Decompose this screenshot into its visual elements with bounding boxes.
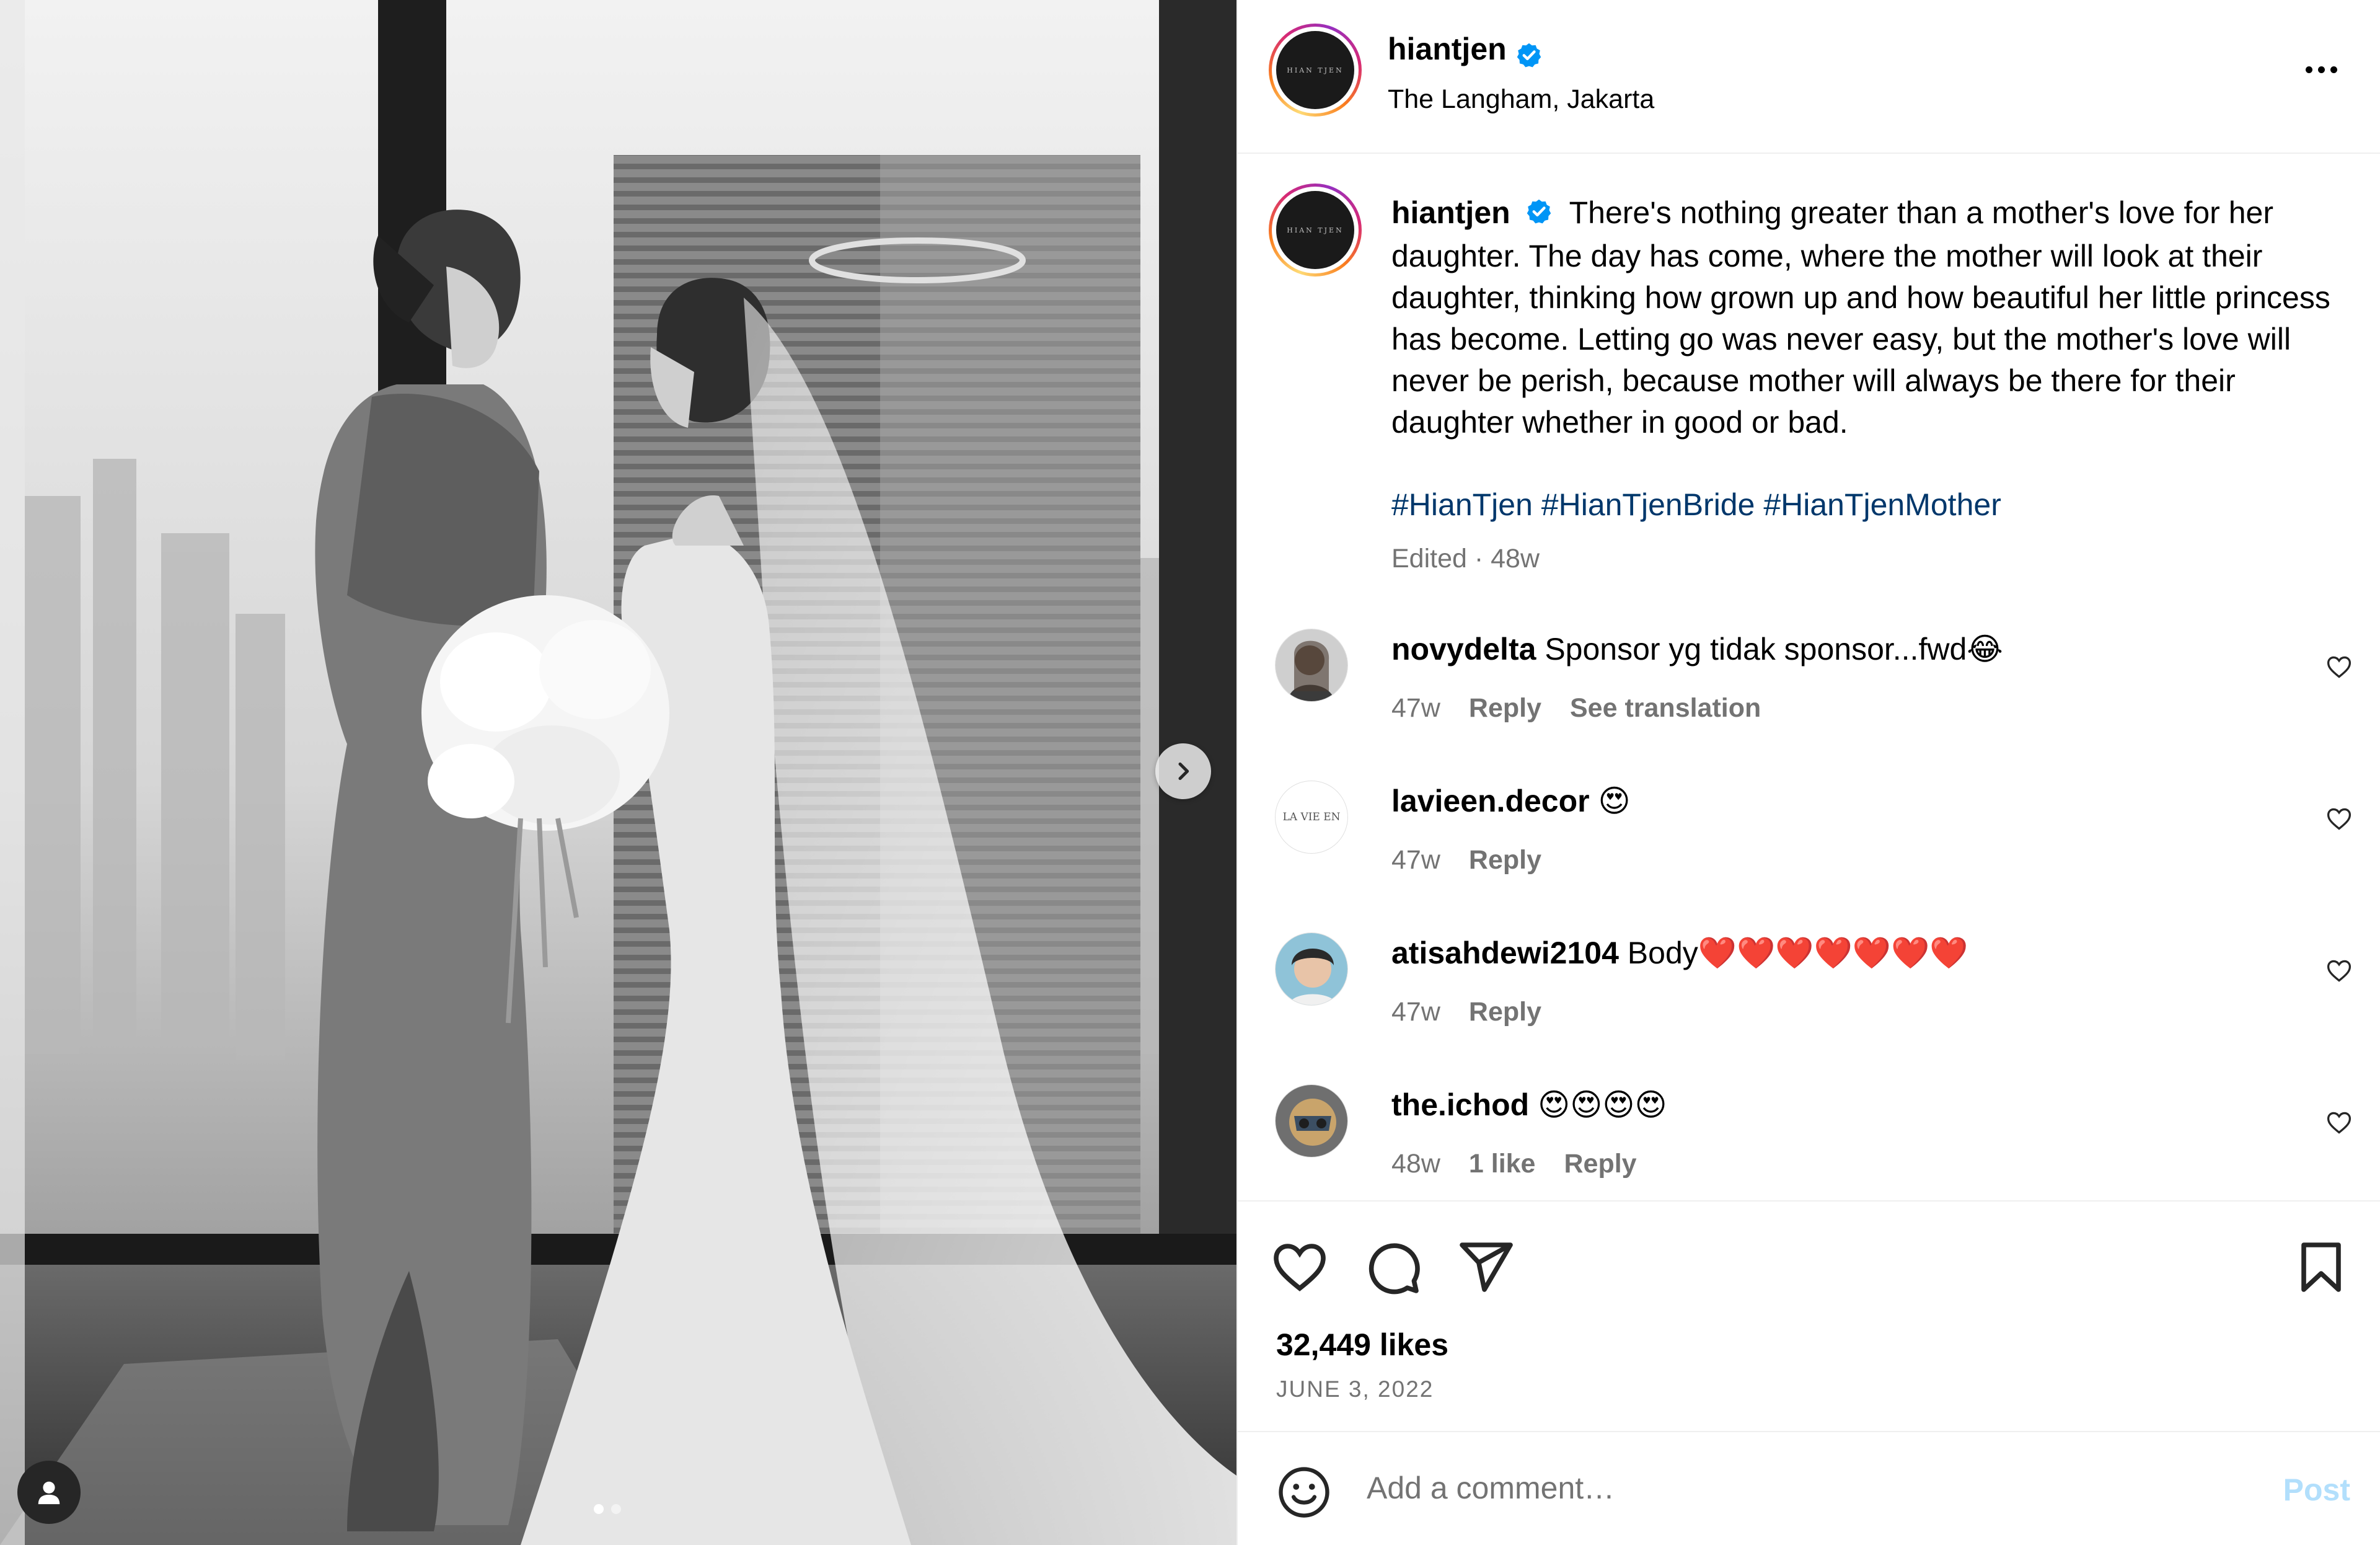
comment-likes-count[interactable]: 1 like — [1469, 1149, 1536, 1179]
wedding-photo — [0, 0, 1236, 1545]
heart-outline-icon — [2327, 1112, 2351, 1134]
reply-button[interactable]: Reply — [1469, 693, 1541, 724]
post-header: HIAN TJEN hiantjen The Langham, Jakarta — [1238, 0, 2380, 154]
comment-time: 47w — [1391, 845, 1440, 875]
commenter-avatar[interactable] — [1275, 1084, 1348, 1158]
comment-time: 47w — [1391, 997, 1440, 1027]
like-comment-button[interactable] — [2325, 957, 2353, 988]
heart-outline-icon — [2327, 960, 2351, 982]
like-comment-button[interactable] — [2325, 805, 2353, 836]
comment-item: LA VIE EN lavieen.decor 😍 47w Reply — [1238, 781, 2380, 905]
like-comment-button[interactable] — [2325, 653, 2353, 684]
chevron-right-icon — [1178, 762, 1189, 781]
carousel-dot — [611, 1504, 621, 1514]
post-actions: 32,449 likes JUNE 3, 2022 — [1238, 1200, 2380, 1436]
verified-badge-icon — [1525, 194, 1553, 236]
post-location[interactable]: The Langham, Jakarta — [1388, 84, 1654, 115]
bookmark-icon — [2301, 1242, 2341, 1292]
add-comment-bar: Post — [1238, 1431, 2380, 1545]
post-date: JUNE 3, 2022 — [1276, 1376, 1434, 1402]
comment-text: Body❤️❤️❤️❤️❤️❤️❤️ — [1627, 936, 1968, 970]
verified-badge-icon — [1515, 42, 1543, 72]
more-horizontal-icon — [2305, 66, 2312, 73]
carousel-indicator — [594, 1504, 621, 1514]
save-button[interactable] — [2291, 1237, 2351, 1300]
tagged-users-button[interactable] — [17, 1461, 81, 1524]
caption-author-avatar[interactable]: HIAN TJEN — [1269, 184, 1362, 277]
comment-icon — [1368, 1243, 1420, 1295]
comment-item: the.ichod 😍😍😍😍 48w 1 like Reply — [1238, 1084, 2380, 1208]
reply-button[interactable]: Reply — [1469, 845, 1541, 875]
caption-hashtags[interactable]: #HianTjen #HianTjenBride #HianTjenMother — [1391, 484, 2340, 526]
comment-time: 48w — [1391, 1149, 1440, 1179]
smiley-icon — [1279, 1467, 1329, 1518]
avatar-logo-text: HIAN TJEN — [1287, 66, 1344, 74]
user-icon — [38, 1481, 60, 1505]
like-button[interactable] — [1270, 1237, 1329, 1300]
post-comment-button[interactable]: Post — [2283, 1472, 2350, 1508]
more-options-button[interactable] — [2299, 57, 2343, 82]
likes-count[interactable]: 32,449 likes — [1276, 1327, 1448, 1363]
commenter-username[interactable]: the.ichod — [1391, 1087, 1529, 1122]
avatar-logo-text: HIAN TJEN — [1287, 226, 1344, 234]
author-username[interactable]: hiantjen — [1388, 32, 1507, 66]
caption-username[interactable]: hiantjen — [1391, 195, 1510, 230]
post-details-panel: HIAN TJEN hiantjen The Langham, Jakarta … — [1236, 0, 2380, 1545]
reply-button[interactable]: Reply — [1469, 997, 1541, 1027]
comment-item: novydelta Sponsor yg tidak sponsor...fwd… — [1238, 629, 2380, 753]
commenter-avatar[interactable]: LA VIE EN — [1275, 781, 1348, 854]
avatar-logo-text: LA VIE EN — [1282, 811, 1341, 823]
heart-outline-icon — [1274, 1244, 1326, 1291]
author-avatar[interactable]: HIAN TJEN — [1269, 24, 1362, 117]
commenter-avatar[interactable] — [1275, 932, 1348, 1006]
caption-meta: Edited · 48w — [1391, 544, 1540, 574]
carousel-dot-active — [594, 1504, 604, 1514]
comment-input[interactable] — [1367, 1463, 2222, 1513]
comment-text: Sponsor yg tidak sponsor...fwd😂 — [1545, 632, 2003, 666]
next-slide-button[interactable] — [1155, 743, 1211, 799]
share-button[interactable] — [1456, 1237, 1515, 1300]
see-translation-button[interactable]: See translation — [1570, 693, 1761, 724]
comment-button[interactable] — [1363, 1237, 1422, 1300]
emoji-button[interactable] — [1276, 1464, 1332, 1523]
reply-button[interactable]: Reply — [1564, 1149, 1636, 1179]
comment-item: atisahdewi2104 Body❤️❤️❤️❤️❤️❤️❤️ 47w Re… — [1238, 932, 2380, 1056]
commenter-avatar[interactable] — [1275, 629, 1348, 702]
commenter-username[interactable]: atisahdewi2104 — [1391, 936, 1619, 970]
heart-outline-icon — [2327, 808, 2351, 830]
commenter-username[interactable]: novydelta — [1391, 632, 1536, 666]
comment-text: 😍😍😍😍 — [1538, 1087, 1667, 1122]
comment-text: 😍 — [1598, 784, 1631, 818]
commenter-username[interactable]: lavieen.decor — [1391, 784, 1590, 818]
comment-time: 47w — [1391, 693, 1440, 723]
post-photo[interactable] — [0, 0, 1236, 1545]
like-comment-button[interactable] — [2325, 1109, 2353, 1140]
heart-outline-icon — [2327, 656, 2351, 678]
paper-plane-icon — [1460, 1242, 1513, 1292]
